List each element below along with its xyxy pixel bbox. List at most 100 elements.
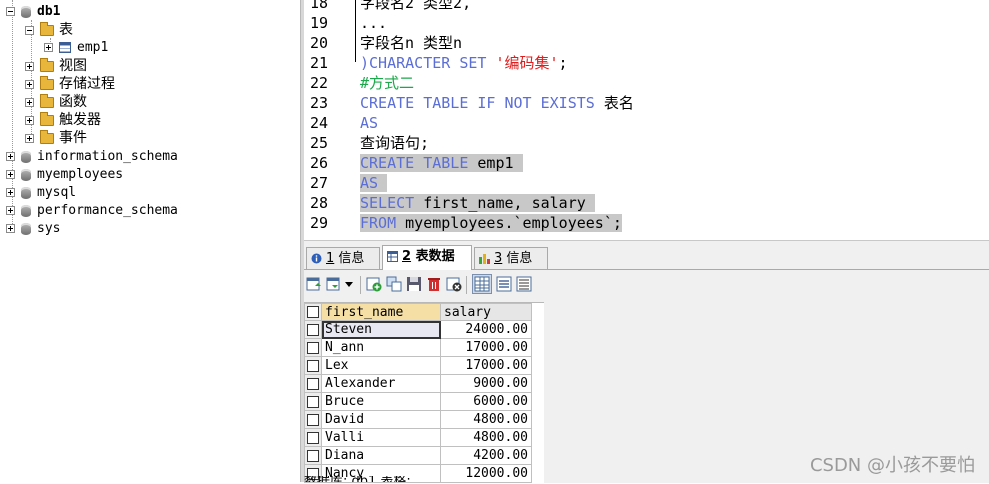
table-row[interactable]: Lex 17000.00 [304, 356, 532, 375]
table-row[interactable]: N_ann 17000.00 [304, 338, 532, 357]
checkbox[interactable] [307, 449, 319, 462]
code-line: 字段名2 类型2, [360, 0, 471, 13]
tab-table-data[interactable]: 2 表数据 [382, 245, 472, 270]
collapse-icon[interactable] [25, 25, 34, 35]
checkbox[interactable] [307, 359, 319, 372]
row-checkbox[interactable] [304, 428, 322, 447]
code-keyword: CREATE TABLE [360, 154, 469, 172]
tree-db-performance-schema[interactable]: performance_schema [6, 202, 178, 220]
checkbox[interactable] [307, 323, 319, 336]
import-icon[interactable] [326, 276, 342, 292]
tree-folder-views[interactable]: 视图 [25, 57, 87, 75]
checkbox[interactable] [307, 413, 319, 426]
database-icon [21, 204, 31, 217]
tree-folder-events[interactable]: 事件 [25, 129, 87, 147]
tree-db-db1[interactable]: db1 [6, 3, 60, 21]
cell-first-name[interactable]: Lex [321, 356, 441, 375]
checkbox[interactable] [307, 341, 319, 354]
row-checkbox[interactable] [304, 374, 322, 393]
cell-salary[interactable]: 17000.00 [440, 338, 532, 357]
line-number: 24 [309, 114, 328, 132]
checkbox[interactable] [307, 377, 319, 390]
tree-folder-triggers[interactable]: 触发器 [25, 111, 101, 129]
code-string: '编码集' [495, 54, 559, 72]
cancel-changes-icon[interactable] [446, 276, 462, 292]
tree-folder-tables[interactable]: 表 [25, 21, 73, 39]
row-checkbox[interactable] [304, 410, 322, 429]
cell-first-name[interactable]: Alexander [321, 374, 441, 393]
tree-folder-functions[interactable]: 函数 [25, 93, 87, 111]
table-row[interactable]: Bruce 6000.00 [304, 392, 532, 411]
tab-messages-1[interactable]: 1 信息 [306, 247, 380, 269]
tree-db-information-schema[interactable]: information_schema [6, 148, 178, 166]
sql-editor[interactable]: 18 19 20 21 22 23 24 25 26 27 28 29 字段名2… [304, 0, 989, 240]
column-header[interactable]: first_name [321, 303, 441, 321]
tree-table-emp1[interactable]: emp1 [44, 39, 108, 57]
cell-salary[interactable]: 4800.00 [440, 428, 532, 447]
expand-icon[interactable] [6, 206, 15, 215]
chevron-down-icon[interactable] [344, 276, 354, 292]
checkbox[interactable] [307, 306, 319, 318]
expand-icon[interactable] [6, 224, 15, 233]
table-row[interactable]: Valli 4800.00 [304, 428, 532, 447]
expand-icon[interactable] [25, 79, 34, 89]
cell-first-name[interactable]: Bruce [321, 392, 441, 411]
cell-salary[interactable]: 6000.00 [440, 392, 532, 411]
expand-icon[interactable] [25, 133, 34, 143]
cell-first-name[interactable]: Diana [321, 446, 441, 465]
line-number: 22 [309, 74, 328, 92]
cell-salary[interactable]: 4200.00 [440, 446, 532, 465]
expand-icon[interactable] [44, 43, 53, 52]
table-icon [59, 42, 71, 53]
collapse-icon[interactable] [6, 7, 15, 16]
database-icon [21, 5, 31, 18]
tab-label: 信息 [502, 251, 533, 266]
expand-icon[interactable] [25, 115, 34, 125]
duplicate-row-icon[interactable] [386, 276, 402, 292]
expand-icon[interactable] [25, 97, 34, 107]
line-number: 25 [309, 134, 328, 152]
row-checkbox[interactable] [304, 338, 322, 357]
add-row-icon[interactable] [366, 276, 382, 292]
row-checkbox[interactable] [304, 356, 322, 375]
expand-icon[interactable] [6, 152, 15, 161]
row-checkbox[interactable] [304, 392, 322, 411]
tree-db-myemployees[interactable]: myemployees [6, 166, 123, 184]
cell-first-name[interactable]: N_ann [321, 338, 441, 357]
expand-icon[interactable] [25, 61, 34, 71]
tree-db-sys[interactable]: sys [6, 220, 60, 238]
row-checkbox[interactable] [304, 446, 322, 465]
select-all-checkbox[interactable] [304, 303, 322, 321]
table-row[interactable]: Alexander 9000.00 [304, 374, 532, 393]
folder-icon [40, 21, 54, 36]
cell-first-name[interactable]: Valli [321, 428, 441, 447]
expand-icon[interactable] [6, 188, 15, 197]
row-checkbox[interactable] [304, 320, 322, 339]
table-row[interactable]: Diana 4200.00 [304, 446, 532, 465]
form-view-icon[interactable] [496, 276, 512, 292]
tree-folder-procedures[interactable]: 存储过程 [25, 75, 115, 93]
grid-view-icon[interactable] [472, 274, 492, 294]
grid-icon [387, 251, 398, 262]
code-keyword: AS [360, 114, 379, 132]
checkbox[interactable] [307, 395, 319, 408]
checkbox[interactable] [307, 431, 319, 444]
expand-icon[interactable] [6, 170, 15, 179]
cell-salary[interactable]: 24000.00 [440, 320, 532, 339]
export-icon[interactable] [306, 276, 322, 292]
save-icon[interactable] [406, 276, 422, 292]
column-header[interactable]: salary [440, 303, 532, 321]
cell-first-name[interactable]: David [321, 410, 441, 429]
cell-salary[interactable]: 17000.00 [440, 356, 532, 375]
cell-salary[interactable]: 9000.00 [440, 374, 532, 393]
text-view-icon[interactable] [516, 276, 532, 292]
cell-first-name[interactable]: Steven [321, 320, 441, 339]
cell-salary[interactable]: 4800.00 [440, 410, 532, 429]
tree-db-mysql[interactable]: mysql [6, 184, 76, 202]
table-row[interactable]: David 4800.00 [304, 410, 532, 429]
delete-icon[interactable] [426, 276, 442, 292]
line-number: 26 [309, 154, 328, 172]
table-row[interactable]: Steven 24000.00 [304, 320, 532, 339]
tree-label: performance_schema [37, 203, 178, 218]
tab-messages-3[interactable]: 3 信息 [474, 247, 548, 269]
